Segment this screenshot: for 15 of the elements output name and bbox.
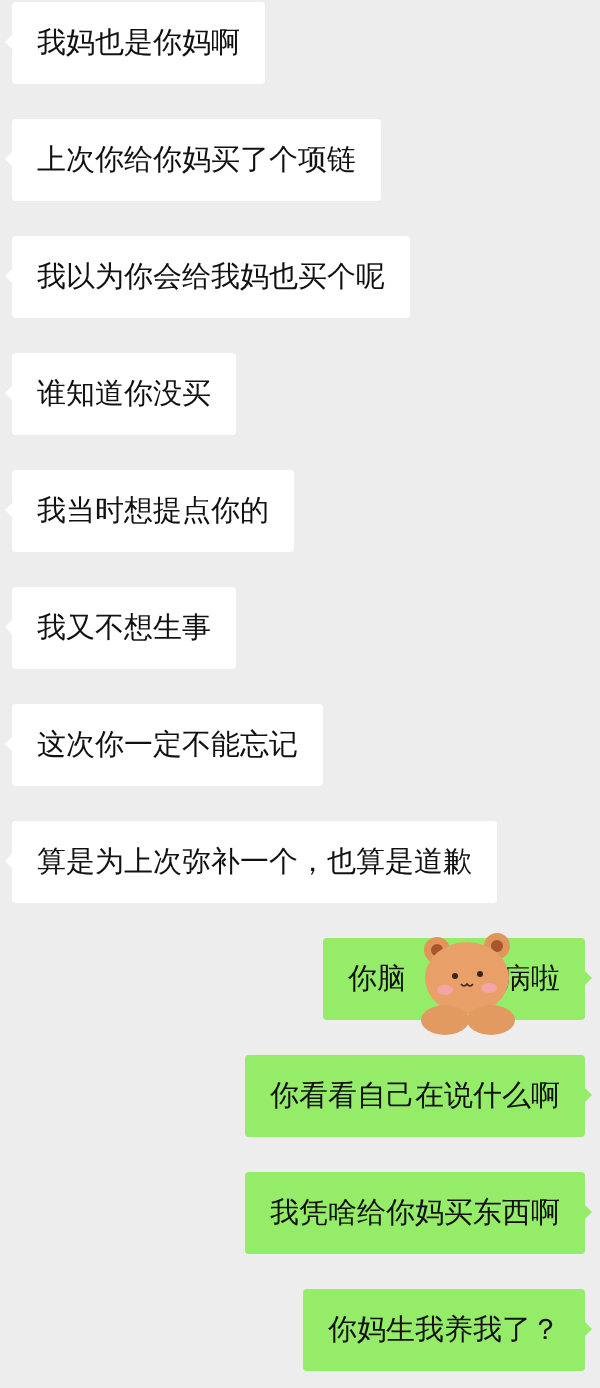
message-bubble: 你妈生我养我了？ xyxy=(303,1289,585,1371)
message-bubble: 谁知道你没买 xyxy=(12,353,236,435)
message-bubble: 算是为上次弥补一个，也算是道歉 xyxy=(12,821,497,903)
message-bubble: 你看看自己在说什么啊 xyxy=(245,1055,585,1137)
message-bubble: 我凭啥给你妈买东西啊 xyxy=(245,1172,585,1254)
message-bubble: 我妈也是你妈啊 xyxy=(12,2,265,84)
message-bubble: 我当时想提点你的 xyxy=(12,470,294,552)
message-bubble: 我又不想生事 xyxy=(12,587,236,669)
message-bubble: 这次你一定不能忘记 xyxy=(12,704,323,786)
message-text: 你脑 xyxy=(348,960,406,998)
bubble-tail-icon xyxy=(585,1088,592,1102)
bubble-tail-icon xyxy=(585,1205,592,1219)
message-bubble: 上次你给你妈买了个项链 xyxy=(12,119,381,201)
message-bubble: 我以为你会给我妈也买个呢 xyxy=(12,236,410,318)
bubble-tail-icon xyxy=(585,1322,592,1336)
